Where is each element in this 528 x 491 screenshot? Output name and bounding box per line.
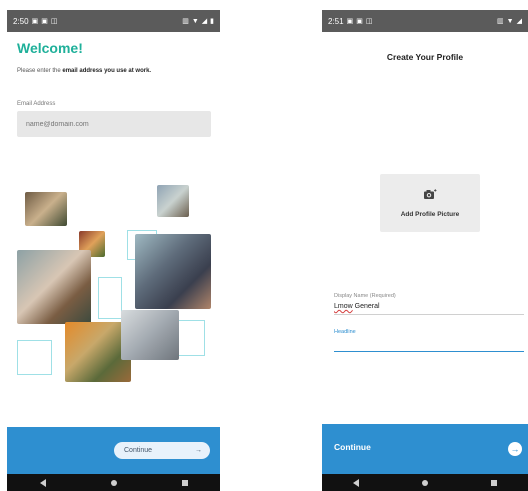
photo-woman-bicycle [17, 250, 91, 324]
continue-button[interactable]: Continue [334, 442, 371, 452]
notification-icon: ▣ [356, 17, 363, 25]
back-icon[interactable] [353, 478, 360, 487]
photo-runner [157, 185, 189, 217]
arrow-right-icon: → [195, 447, 202, 454]
photo-food [25, 192, 67, 226]
instruction-text: Please enter the email address you use a… [17, 68, 151, 74]
photo-group [135, 234, 211, 309]
photo-collage [15, 182, 215, 392]
add-profile-picture-button[interactable]: Add Profile Picture [380, 174, 480, 232]
signal-icon: ◢ [201, 17, 208, 25]
display-name-first: Lmow [334, 303, 353, 310]
recents-icon[interactable] [181, 479, 188, 486]
vibrate-icon: ▥ [497, 17, 504, 25]
wifi-icon: ▼ [506, 17, 514, 25]
instruction-prefix: Please enter the [17, 68, 63, 74]
email-field[interactable] [17, 111, 211, 137]
headline-underline [334, 351, 524, 352]
camera-icon [423, 188, 437, 203]
navigation-bar [322, 474, 528, 491]
notification-icon: ▣ [346, 17, 354, 25]
decorative-frame [98, 277, 122, 319]
signal-icon: ◢ [516, 17, 522, 25]
back-icon[interactable] [39, 478, 46, 487]
instruction-bold: email address you use at work. [62, 68, 152, 74]
page-title: Welcome! [17, 40, 83, 56]
headline-field[interactable] [334, 338, 524, 350]
notification-icon: ▣ [31, 17, 39, 25]
status-bar: 2:50 ▣ ▣ ◫ ▥ ▼ ◢ ▮ [7, 10, 220, 32]
display-name-underline [334, 314, 524, 315]
battery-icon: ▮ [210, 17, 214, 25]
home-icon[interactable] [421, 479, 428, 486]
vibrate-icon: ▥ [182, 17, 189, 25]
decorative-frame [177, 320, 205, 356]
decorative-frame [17, 340, 52, 375]
status-time: 2:50 [13, 16, 29, 26]
continue-button[interactable]: Continue → [114, 442, 210, 459]
message-icon: ◫ [50, 17, 58, 25]
display-name-label: Display Name (Required) [334, 293, 396, 299]
home-icon[interactable] [110, 479, 117, 486]
status-bar: 2:51 ▣ ▣ ◫ ▥ ▼ ◢ [322, 10, 528, 32]
navigation-bar [7, 474, 220, 491]
create-profile-screen: 2:51 ▣ ▣ ◫ ▥ ▼ ◢ Create Your Profile Add… [322, 10, 528, 491]
wifi-icon: ▼ [191, 17, 199, 25]
email-label: Email Address [17, 101, 56, 107]
headline-label: Headline [334, 329, 356, 335]
arrow-right-icon[interactable]: → [508, 442, 522, 456]
continue-label: Continue [124, 447, 153, 454]
welcome-screen: 2:50 ▣ ▣ ◫ ▥ ▼ ◢ ▮ Welcome! Please enter… [7, 10, 220, 491]
page-title: Create Your Profile [386, 52, 464, 62]
message-icon: ◫ [365, 17, 373, 25]
notification-icon: ▣ [41, 17, 48, 25]
display-name-second: General [352, 303, 380, 310]
status-time: 2:51 [328, 16, 344, 26]
display-name-field[interactable]: Lmow General [334, 303, 380, 310]
recents-icon[interactable] [490, 479, 497, 486]
add-picture-label: Add Profile Picture [400, 210, 460, 218]
photo-office [121, 310, 179, 360]
